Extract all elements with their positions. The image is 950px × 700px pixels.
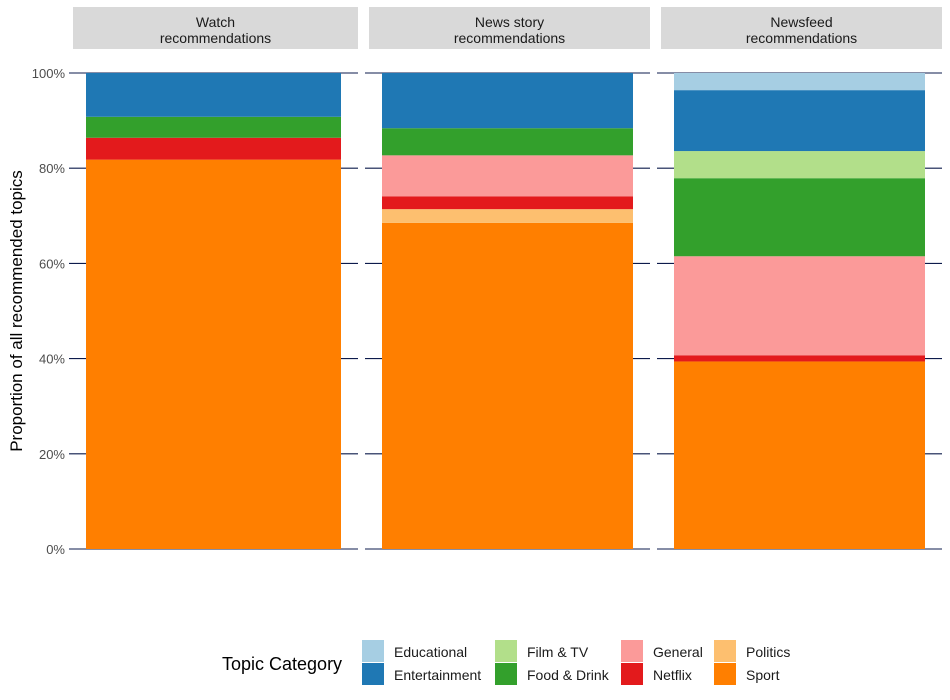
stacked-bar-chart: WatchrecommendationsNews storyrecommenda… — [7, 7, 942, 685]
legend-key — [362, 640, 384, 662]
bar-segment-food-drink — [674, 178, 925, 257]
facet-label: Watch — [196, 14, 235, 30]
bar-segment-entertainment — [382, 73, 633, 129]
legend-key — [621, 640, 643, 662]
legend-label: Netflix — [653, 667, 692, 683]
legend-key — [714, 640, 736, 662]
bar-segment-film-tv — [674, 151, 925, 179]
bar-segment-politics — [382, 209, 633, 223]
legend-key — [714, 663, 736, 685]
y-tick-label: 40% — [39, 352, 65, 367]
legend-title: Topic Category — [222, 654, 342, 674]
y-axis-ticks: 0% 20% 40% 60% 80% 100% — [32, 66, 66, 557]
y-tick-label: 80% — [39, 161, 65, 176]
bar-segment-general — [674, 256, 925, 356]
bar-segment-food-drink — [382, 128, 633, 156]
y-tick-label: 60% — [39, 256, 65, 271]
legend-label: Entertainment — [394, 667, 481, 683]
legend-key — [362, 663, 384, 685]
legend-label: Food & Drink — [527, 667, 610, 683]
facet-label: News story — [475, 14, 544, 30]
legend-key — [495, 640, 517, 662]
legend-label: Film & TV — [527, 644, 589, 660]
bar-segment-sport — [86, 159, 341, 549]
legend-key — [621, 663, 643, 685]
y-axis-title: Proportion of all recommended topics — [7, 170, 26, 452]
legend-key — [495, 663, 517, 685]
bar-segment-netflix — [382, 196, 633, 210]
bar-segment-general — [382, 155, 633, 197]
bar-segment-entertainment — [86, 73, 341, 117]
bar-segment-netflix — [86, 137, 341, 160]
facet-strips: WatchrecommendationsNews storyrecommenda… — [73, 7, 942, 49]
facet-label: recommendations — [454, 30, 565, 46]
facet-label: Newsfeed — [770, 14, 832, 30]
bar-segment-sport — [382, 222, 633, 549]
facet-label: recommendations — [746, 30, 857, 46]
legend-label: Educational — [394, 644, 467, 660]
bar-segment-food-drink — [86, 116, 341, 138]
legend-label: Sport — [746, 667, 780, 683]
facet-label: recommendations — [160, 30, 271, 46]
bar-segment-sport — [674, 361, 925, 549]
bar-segment-educational — [674, 73, 925, 91]
bar-segment-netflix — [674, 355, 925, 362]
legend-label: General — [653, 644, 703, 660]
bar-segment-entertainment — [674, 90, 925, 152]
bars — [86, 73, 925, 549]
y-tick-label: 100% — [32, 66, 66, 81]
legend-label: Politics — [746, 644, 790, 660]
y-tick-label: 0% — [46, 542, 65, 557]
legend: Topic Category Educational Entertainment F… — [222, 640, 790, 685]
y-tick-label: 20% — [39, 447, 65, 462]
